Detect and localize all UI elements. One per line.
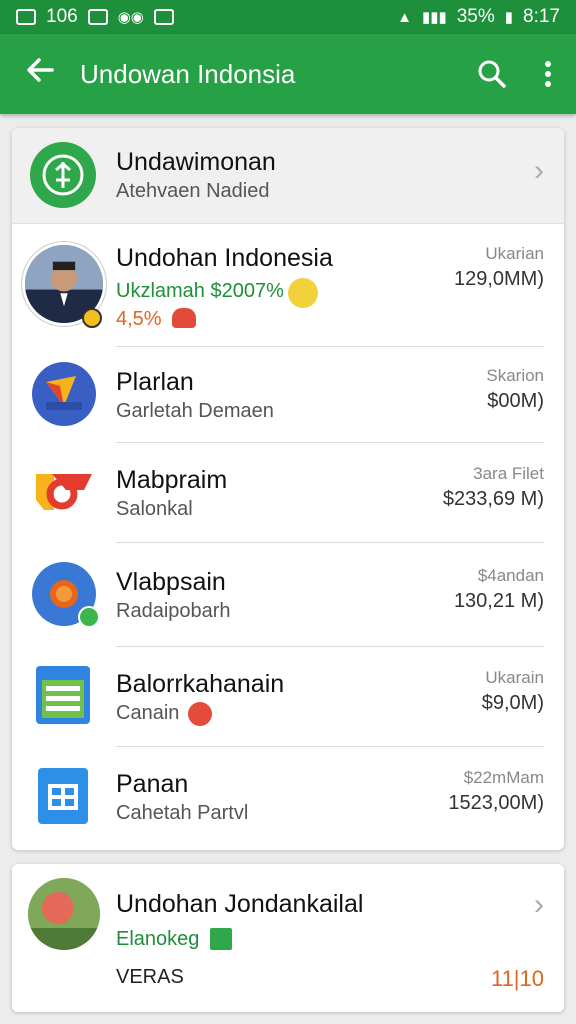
avatar (28, 878, 100, 950)
item-name: Balorrkahanain (116, 670, 285, 698)
app-icon (38, 768, 88, 824)
download-icon (153, 9, 174, 25)
item-right-value: 129,0MM) (453, 268, 544, 290)
back-button[interactable] (0, 54, 80, 95)
search-icon (478, 60, 506, 88)
item-right-label: Ukarain (485, 668, 544, 687)
item-name: Mabpraim (116, 466, 228, 494)
item-right-value: 1523,00M) (448, 792, 544, 814)
list-item[interactable]: Vlabpsain Radaipobarh $4andan 130,21 M) (12, 542, 564, 646)
status-left-text: 106 (46, 6, 78, 27)
item-right-label: $4andan (477, 566, 544, 585)
page-title: Undowan Indonsia (80, 58, 296, 89)
item-sub2: 4,5% (116, 308, 162, 330)
list-item[interactable]: Plarlan Garletah Demaen Skarion $00M) (12, 346, 564, 442)
item-right-label: $22mMam (463, 768, 544, 787)
item-sub: Cahetah Partvl (116, 802, 249, 824)
item-right-value: $9,0M) (481, 692, 544, 714)
wifi-icon: ▲ (397, 8, 412, 26)
header-row[interactable]: Undawimonan Atehvaen Nadied › (12, 128, 564, 224)
item-right-label: Ukarian (485, 244, 544, 263)
signal-icon: ▮▮▮ (421, 8, 447, 26)
item-right-value: 130,21 M) (453, 590, 544, 612)
status-bar: 106 ◉◉ ▲ ▮▮▮ 35% ▮ 8:17 (0, 0, 576, 34)
item-name: Undohan Indonesia (116, 244, 333, 272)
search-button[interactable] (464, 58, 520, 90)
app-bar: Undowan Indonsia (0, 34, 576, 114)
item-name: Plarlan (116, 368, 194, 396)
emoji-icon (288, 278, 318, 308)
header-title: Undawimonan (116, 148, 276, 176)
clock: 8:17 (523, 6, 560, 27)
item-sub: Radaipobarh (116, 600, 231, 622)
more-vert-icon (545, 61, 551, 87)
item-name: Panan (116, 770, 189, 798)
main-card: Undawimonan Atehvaen Nadied › Undohan In… (12, 128, 564, 850)
plus-badge-icon (78, 606, 100, 628)
header-subtitle: Atehvaen Nadied (116, 180, 270, 202)
item-sub: Salonkal (116, 498, 193, 520)
bottom-card[interactable]: Undohan Jondankailal Elanokeg VERAS › 11… (12, 864, 564, 1012)
gamepad-icon: ◉◉ (117, 8, 144, 26)
item-sub: Garletah Demaen (116, 400, 274, 422)
rainbow-icon (172, 308, 196, 328)
chevron-right-icon: › (534, 154, 544, 187)
item-right-label: Skarion (486, 366, 544, 385)
app-icon (32, 464, 96, 520)
pin-icon (188, 702, 212, 726)
item-name: Vlabpsain (116, 568, 226, 596)
bottom-card-name: Undohan Jondankailal (116, 890, 364, 918)
bottom-card-count: 11|10 (490, 966, 544, 991)
chart-icon (210, 928, 232, 950)
more-options-button[interactable] (520, 58, 576, 90)
chevron-right-icon: › (534, 888, 544, 921)
app-notification-icon (87, 9, 108, 25)
item-right-label: 3ara Filet (473, 464, 544, 483)
battery-text: 35% (456, 6, 495, 27)
app-icon (32, 362, 96, 426)
bottom-card-label: VERAS (116, 966, 184, 988)
app-icon (36, 666, 90, 724)
badge-icon (82, 308, 102, 328)
item-sub: Canain (116, 702, 180, 724)
item-right-value: $00M) (487, 390, 544, 412)
back-arrow-icon (27, 57, 54, 82)
notification-icon (16, 9, 36, 25)
battery-icon: ▮ (504, 8, 514, 26)
list-item[interactable]: Mabpraim Salonkal 3ara Filet $233,69 M) (12, 442, 564, 542)
bottom-card-sub: Elanokeg (116, 928, 200, 950)
list-item[interactable]: Balorrkahanain Canain Ukarain $9,0M) (12, 646, 564, 746)
list-item[interactable]: Panan Cahetah Partvl $22mMam 1523,00M) (12, 746, 564, 850)
item-right-value: $233,69 M) (442, 488, 544, 510)
brand-logo-icon (30, 142, 96, 208)
item-sub: Ukzlamah $2007% (116, 280, 284, 302)
list-item[interactable]: Undohan Indonesia Ukzlamah $2007% 4,5% U… (12, 224, 564, 346)
